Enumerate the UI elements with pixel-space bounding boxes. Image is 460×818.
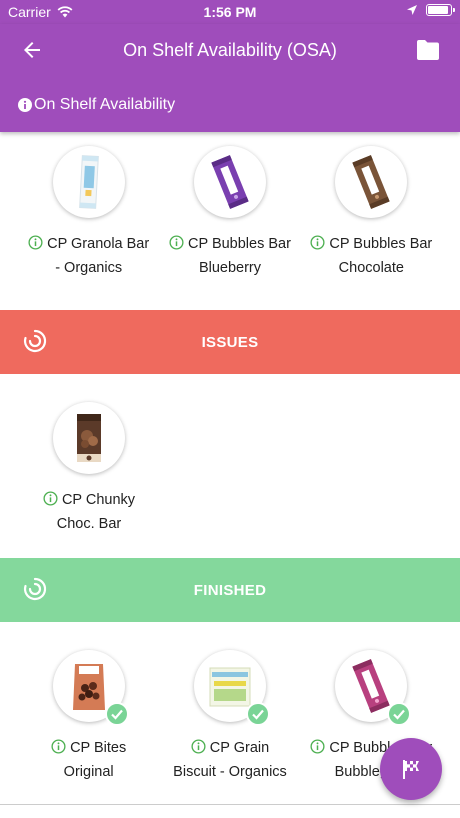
subtitle-label: On Shelf Availability	[34, 96, 176, 113]
product-name: CP Bubbles Bar Blueberry	[169, 232, 291, 280]
info-icon	[18, 98, 32, 112]
bubbles-blueberry-image	[211, 155, 249, 209]
info-outline-icon	[28, 235, 43, 250]
issues-banner[interactable]: ISSUES	[0, 310, 460, 374]
product-card[interactable]: CP Bubbles Bar Blueberry	[165, 146, 295, 280]
page-title: On Shelf Availability (OSA)	[123, 40, 337, 60]
product-thumb	[193, 650, 270, 726]
battery-icon	[426, 4, 455, 16]
product-card[interactable]: CP Chunky Choc. Bar	[24, 402, 154, 536]
info-outline-icon	[51, 739, 66, 754]
product-thumb	[335, 650, 412, 726]
product-line2: Chocolate	[338, 260, 404, 276]
product-name: CP Bites Original	[51, 736, 126, 784]
product-thumb	[52, 650, 129, 726]
folder-icon[interactable]	[416, 39, 440, 61]
battery-fill	[428, 6, 448, 14]
chunky-choc-image	[77, 414, 101, 462]
product-thumb	[335, 146, 408, 218]
status-bar: Carrier 1:56 PM	[0, 0, 460, 24]
product-line1: CP Granola Bar	[47, 236, 150, 252]
product-line1: CP Bites	[70, 740, 127, 756]
info-outline-icon	[310, 739, 325, 754]
product-line2: - Organics	[55, 260, 123, 276]
status-time: 1:56 PM	[203, 4, 257, 20]
product-name: CP Chunky Choc. Bar	[43, 488, 135, 536]
product-line2: Choc. Bar	[56, 516, 122, 532]
product-name: CP Bubbles Bar Chocolate	[310, 232, 432, 280]
completed-check-icon	[387, 702, 412, 726]
info-outline-icon	[310, 235, 325, 250]
product-thumb	[52, 146, 125, 218]
completed-check-icon	[104, 702, 129, 726]
product-card[interactable]: CP Bubbles Bar Chocolate	[306, 146, 436, 280]
bottom-divider	[0, 804, 460, 805]
section-subtitle[interactable]: On Shelf Availability	[18, 96, 175, 114]
product-name: CP Granola Bar - Organics	[28, 232, 149, 280]
product-line1: CP Chunky	[61, 492, 136, 508]
issues-section: CP Chunky Choc. Bar	[0, 402, 460, 536]
info-outline-icon	[43, 491, 58, 506]
product-thumb	[53, 402, 125, 474]
app-header: On Shelf Availability (OSA) On Shelf Ava…	[0, 24, 460, 132]
product-card[interactable]: CP Grain Biscuit - Organics	[165, 650, 295, 784]
loading-spinner-icon	[23, 329, 47, 353]
product-line2: Biscuit - Organics	[173, 764, 287, 780]
finished-label: FINISHED	[193, 581, 267, 599]
info-outline-icon	[191, 739, 206, 754]
granola-bar-image	[78, 155, 99, 209]
finish-fab-button[interactable]	[380, 738, 442, 800]
issues-label: ISSUES	[201, 333, 259, 351]
product-card[interactable]: CP Granola Bar - Organics	[24, 146, 154, 280]
product-card[interactable]: CP Bites Original	[24, 650, 154, 784]
product-line1: CP Grain	[209, 740, 270, 756]
pending-section: CP Granola Bar - Organics CP Bubbles Bar…	[0, 146, 460, 280]
info-outline-icon	[169, 235, 184, 250]
finished-banner[interactable]: FINISHED	[0, 558, 460, 622]
product-name: CP Grain Biscuit - Organics	[173, 736, 287, 784]
checkered-flag-icon	[403, 760, 419, 779]
product-line1: CP Bubbles Bar	[329, 236, 433, 252]
product-line2: Blueberry	[198, 260, 262, 276]
loading-spinner-icon	[23, 577, 47, 601]
product-line1: CP Bubbles Bar	[188, 236, 291, 252]
completed-check-icon	[245, 702, 270, 726]
product-thumb	[193, 146, 266, 218]
bubbles-chocolate-image	[352, 155, 390, 209]
product-line2: Original	[63, 764, 114, 780]
location-arrow-icon	[407, 5, 417, 15]
